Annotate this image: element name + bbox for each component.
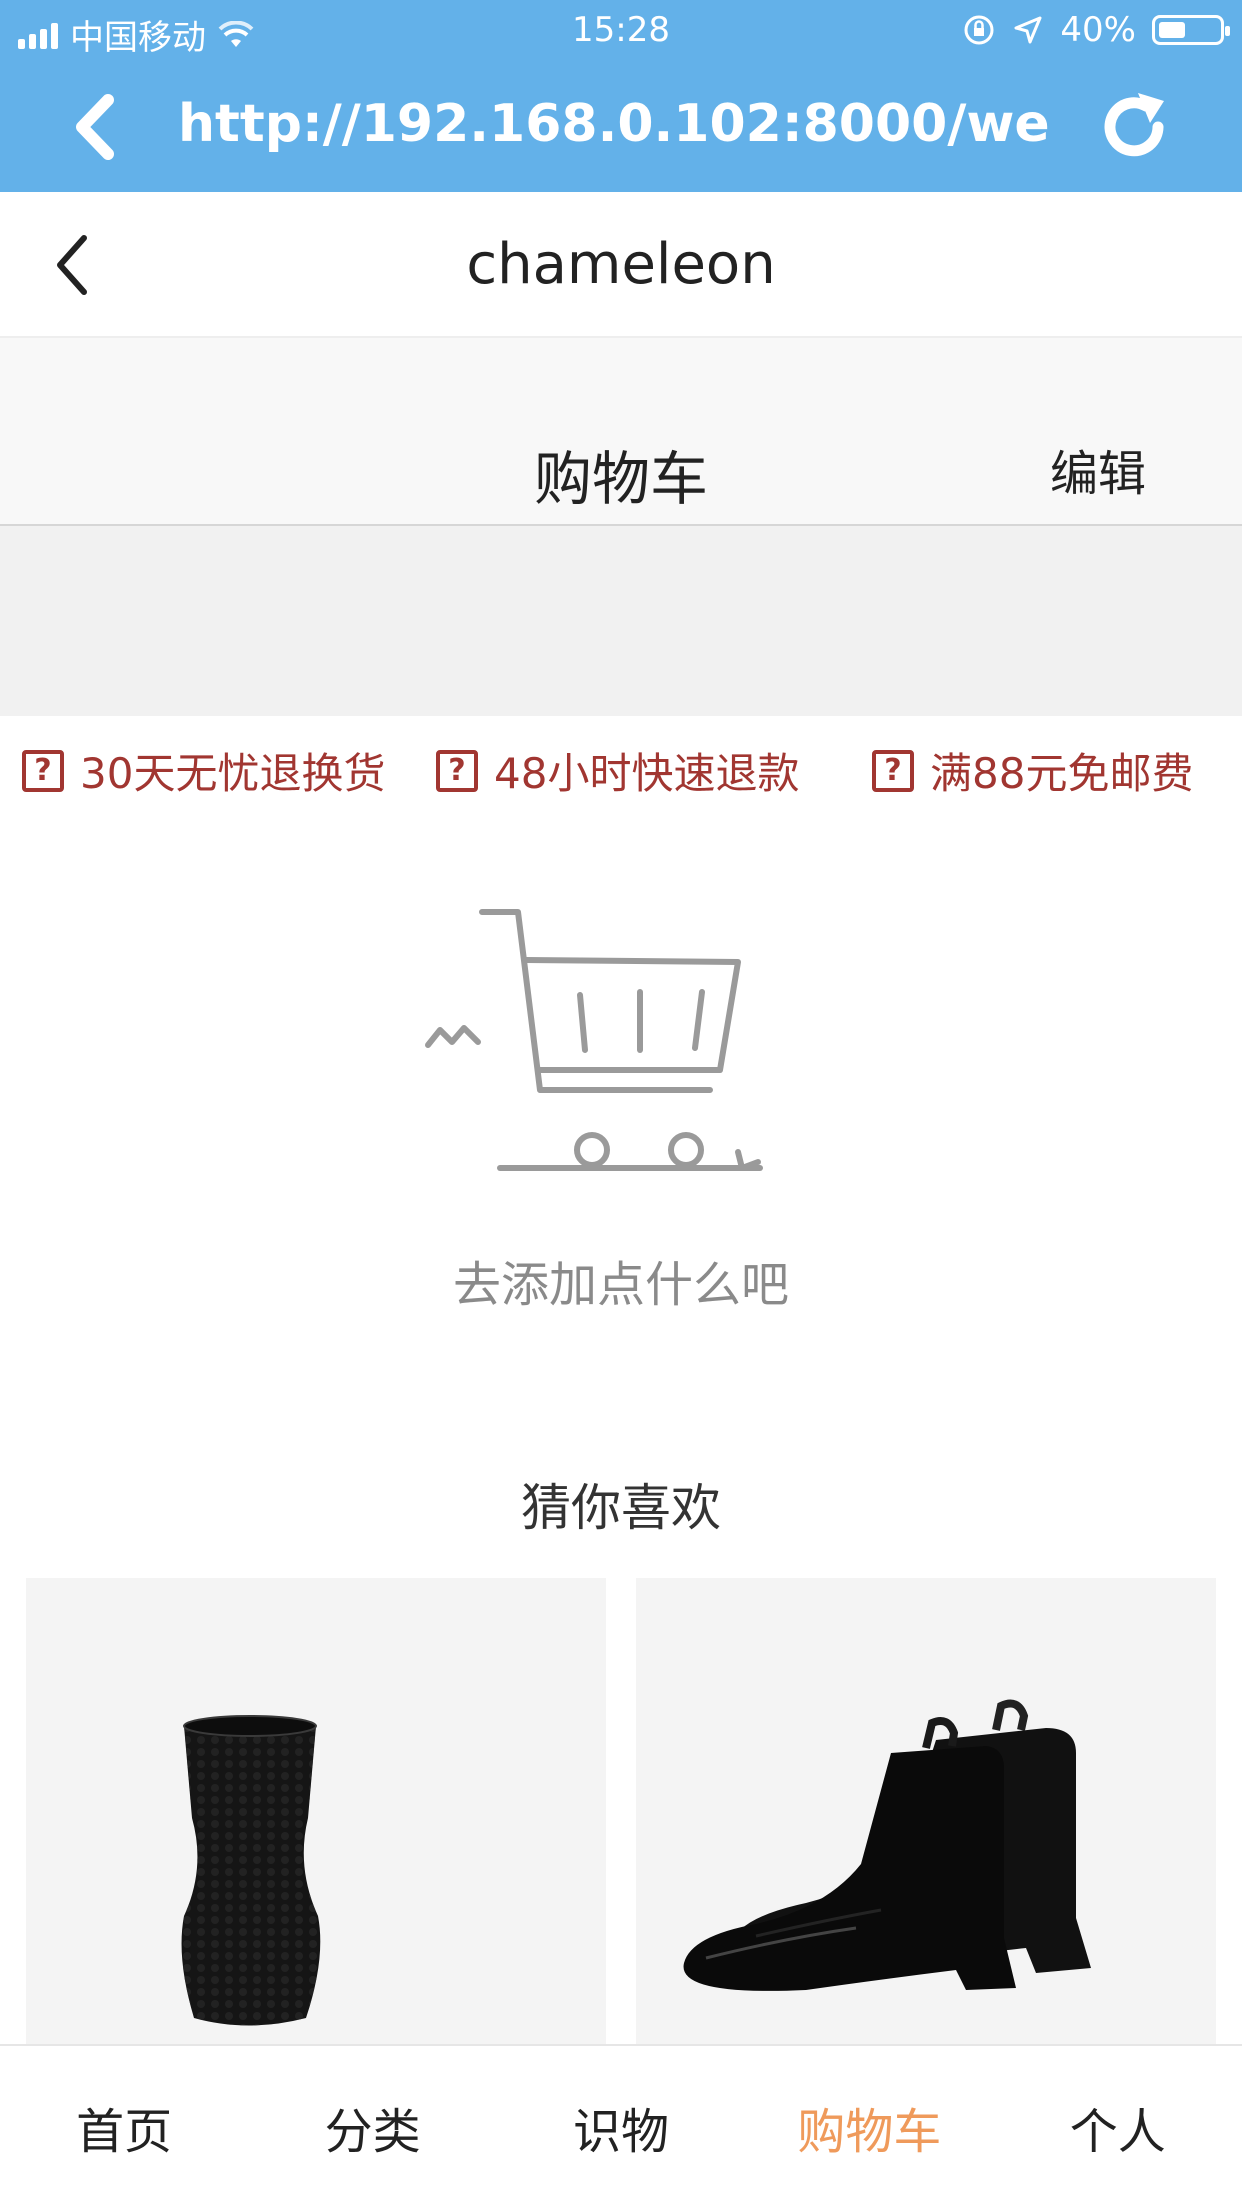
- guarantee-item: ? 30天无忧退换货: [22, 740, 385, 801]
- black-boots-image: [683, 1699, 1091, 1991]
- browser-back-icon[interactable]: [70, 92, 120, 162]
- tab-discover[interactable]: 识物: [497, 2092, 745, 2162]
- tab-home[interactable]: 首页: [0, 2092, 248, 2162]
- empty-cart-message: 去添加点什么吧: [452, 1257, 789, 1313]
- question-icon: ?: [22, 749, 64, 792]
- black-cup-image: [181, 1715, 321, 2026]
- battery-percent: 40%: [1060, 10, 1136, 50]
- empty-cart-icon: [425, 909, 763, 1171]
- guarantee-label: 30天无忧退换货: [80, 749, 386, 798]
- browser-top-bar: 中国移动 15:28 40% http://192.168.0.102:8000…: [0, 0, 1242, 192]
- tab-category[interactable]: 分类: [249, 2092, 497, 2162]
- tab-cart[interactable]: 购物车: [745, 2092, 993, 2162]
- tab-profile[interactable]: 个人: [994, 2092, 1242, 2162]
- bottom-tab-bar: 首页 分类 识物 购物车 个人: [0, 2044, 1242, 2208]
- product-card[interactable]: [26, 1578, 606, 2048]
- product-card[interactable]: [636, 1578, 1216, 2048]
- browser-url[interactable]: http://192.168.0.102:8000/weex/c...: [178, 94, 1048, 154]
- guarantee-label: 满88元免邮费: [930, 749, 1194, 798]
- guarantee-item: ? 48小时快速退款: [436, 740, 799, 801]
- page-title: chameleon: [466, 232, 776, 297]
- reload-icon[interactable]: [1094, 87, 1174, 167]
- guarantee-row: ? 30天无忧退换货 ? 48小时快速退款 ? 满88元免邮费: [0, 740, 1242, 810]
- browser-url-row: http://192.168.0.102:8000/weex/c...: [0, 62, 1242, 192]
- status-right: 40%: [962, 10, 1230, 50]
- spacer-band: [0, 526, 1242, 716]
- guarantee-item: ? 满88元免邮费: [872, 740, 1193, 801]
- cart-header: 购物车 编辑: [0, 338, 1242, 526]
- app-nav-bar: chameleon: [0, 192, 1242, 338]
- location-icon: [1014, 16, 1042, 44]
- battery-icon: [1152, 15, 1230, 45]
- guarantee-label: 48小时快速退款: [494, 749, 800, 798]
- orientation-lock-icon: [964, 15, 994, 45]
- status-bar: 中国移动 15:28 40%: [0, 0, 1242, 62]
- question-icon: ?: [872, 749, 914, 792]
- edit-button[interactable]: 编辑: [1050, 434, 1146, 504]
- recommend-title: 猜你喜欢: [521, 1479, 721, 1537]
- question-icon: ?: [436, 749, 478, 792]
